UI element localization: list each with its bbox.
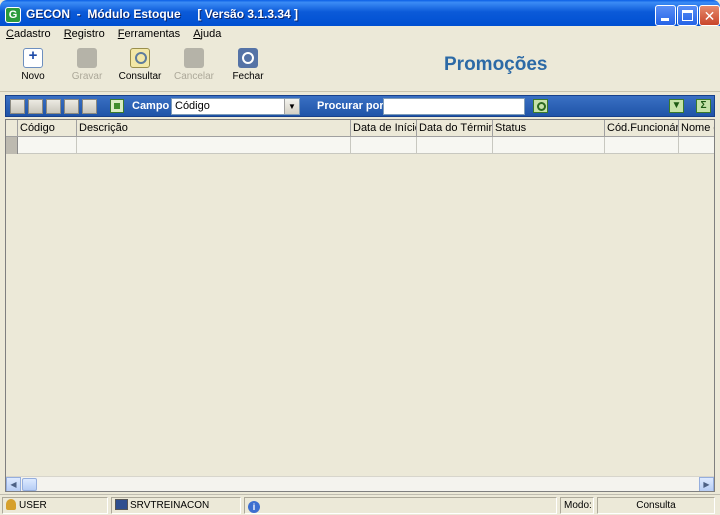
toolbar: Novo Gravar Consultar Cancelar Fechar (0, 43, 720, 92)
maximize-button[interactable] (677, 5, 698, 26)
menu-cadastro[interactable]: Cadastro (6, 26, 51, 43)
table-cell[interactable] (679, 137, 714, 154)
cancelar-button[interactable]: Cancelar (168, 48, 220, 88)
header-indicator (6, 120, 18, 137)
page-title: Promoções (444, 54, 548, 75)
status-modo-value: Consulta (597, 497, 715, 514)
search-input[interactable] (383, 98, 525, 115)
column-header[interactable]: Data de Início (351, 120, 417, 137)
column-header[interactable]: Código (18, 120, 77, 137)
search-go-button[interactable] (533, 99, 548, 113)
column-header[interactable]: Descrição (77, 120, 351, 137)
filter-icon: ▼ (671, 100, 682, 111)
table-cell[interactable] (605, 137, 679, 154)
edit-record-button[interactable] (110, 99, 124, 113)
save-icon (77, 48, 97, 68)
status-bar: USER SRVTREINACON i Modo: Consulta (0, 494, 720, 515)
chevron-down-icon[interactable]: ▼ (284, 99, 299, 114)
column-header[interactable]: Status (493, 120, 605, 137)
new-document-icon (23, 47, 43, 68)
novo-label: Novo (21, 71, 45, 82)
status-user-text: USER (19, 500, 47, 511)
menu-ferramentas[interactable]: Ferramentas (118, 26, 180, 43)
refresh-button[interactable] (82, 99, 97, 114)
status-server: SRVTREINACON (111, 497, 241, 514)
column-header[interactable]: Data do Término (417, 120, 493, 137)
horizontal-scrollbar[interactable]: ◀ ▶ (6, 476, 714, 491)
search-icon (130, 48, 150, 68)
scroll-right-icon[interactable]: ▶ (699, 477, 714, 491)
table-cell[interactable] (18, 137, 77, 154)
next-record-button[interactable] (46, 99, 61, 114)
scroll-left-icon[interactable]: ◀ (6, 477, 21, 491)
column-header[interactable]: Cód.Funcionário (605, 120, 679, 137)
close-circle-icon (238, 48, 258, 68)
window-title: GECON - Módulo Estoque [ Versão 3.1.3.34… (26, 7, 299, 21)
consultar-label: Consultar (118, 71, 162, 82)
sigma-icon: Σ (700, 100, 707, 111)
fechar-label: Fechar (232, 71, 264, 82)
status-user: USER (2, 497, 108, 514)
campo-select[interactable]: Código ▼ (171, 98, 300, 115)
column-header[interactable]: Nome d (679, 120, 714, 137)
campo-select-value: Código (175, 100, 210, 112)
info-icon[interactable]: i (248, 501, 260, 513)
search-bar: Campo Código ▼ Procurar por ▼ Σ (5, 95, 715, 117)
cancelar-label: Cancelar (173, 71, 215, 82)
status-server-text: SRVTREINACON (130, 500, 210, 511)
table-row[interactable] (6, 137, 714, 154)
close-button[interactable]: ✕ (699, 5, 720, 26)
filter-button[interactable]: ▼ (669, 99, 684, 113)
last-record-button[interactable] (64, 99, 79, 114)
row-indicator[interactable] (6, 137, 18, 154)
user-icon (6, 499, 16, 510)
consultar-button[interactable]: Consultar (114, 48, 166, 88)
prior-record-button[interactable] (28, 99, 43, 114)
app-icon: G (5, 7, 21, 23)
menu-registro[interactable]: Registro (64, 26, 105, 43)
grid-header: Código Descrição Data de Início Data do … (6, 120, 714, 137)
fechar-button[interactable]: Fechar (222, 48, 274, 88)
close-icon: ✕ (703, 8, 716, 24)
menu-bar: Cadastro Registro Ferramentas Ajuda (0, 26, 720, 43)
table-cell[interactable] (77, 137, 351, 154)
first-record-button[interactable] (10, 99, 25, 114)
table-cell[interactable] (417, 137, 493, 154)
campo-label: Campo (132, 100, 170, 112)
minimize-icon (661, 18, 669, 21)
table-cell[interactable] (493, 137, 605, 154)
gravar-button[interactable]: Gravar (61, 48, 113, 88)
cancel-icon (184, 48, 204, 68)
status-modo-label: Modo: (560, 497, 594, 514)
maximize-icon (682, 10, 693, 21)
data-grid[interactable]: Código Descrição Data de Início Data do … (5, 119, 715, 492)
status-info: i (244, 497, 557, 514)
gravar-label: Gravar (71, 71, 103, 82)
scroll-thumb[interactable] (22, 478, 37, 491)
table-cell[interactable] (351, 137, 417, 154)
computer-icon (115, 499, 128, 510)
menu-ajuda[interactable]: Ajuda (193, 26, 221, 43)
novo-button[interactable]: Novo (7, 47, 59, 88)
procurar-label: Procurar por (317, 100, 384, 112)
sum-button[interactable]: Σ (696, 99, 711, 113)
minimize-button[interactable] (655, 5, 676, 26)
